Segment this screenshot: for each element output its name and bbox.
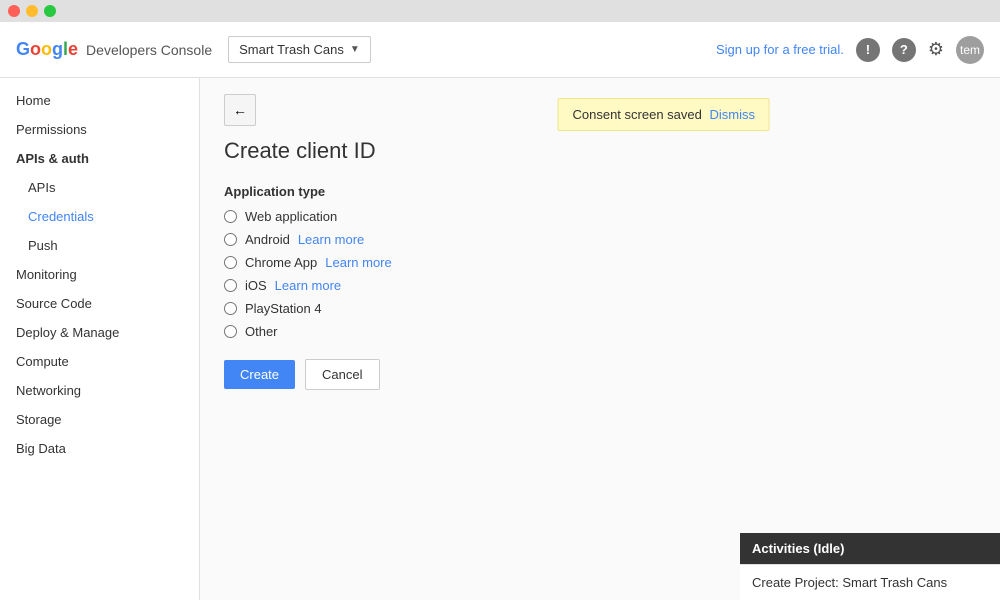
sidebar-item-storage[interactable]: Storage	[0, 405, 199, 434]
radio-other[interactable]	[224, 325, 237, 338]
sidebar-item-deploy-manage[interactable]: Deploy & Manage	[0, 318, 199, 347]
radio-label-ps4[interactable]: PlayStation 4	[245, 301, 322, 316]
radio-option-web-app: Web application	[224, 209, 976, 224]
notification-icon[interactable]: !	[856, 38, 880, 62]
project-selector[interactable]: Smart Trash Cans ▼	[228, 36, 371, 63]
application-type-label: Application type	[224, 184, 976, 199]
help-icon[interactable]: ?	[892, 38, 916, 62]
radio-label-web-app[interactable]: Web application	[245, 209, 337, 224]
radio-android[interactable]	[224, 233, 237, 246]
create-button[interactable]: Create	[224, 360, 295, 389]
google-letters: Google	[16, 39, 78, 60]
close-button[interactable]	[8, 5, 20, 17]
page-title: Create client ID	[224, 138, 976, 164]
back-button[interactable]: ←	[224, 94, 256, 126]
learn-more-android[interactable]: Learn more	[298, 232, 364, 247]
form-actions: Create Cancel	[224, 359, 976, 390]
cancel-button[interactable]: Cancel	[305, 359, 379, 390]
settings-icon[interactable]: ⚙	[928, 39, 944, 60]
sidebar-item-big-data[interactable]: Big Data	[0, 434, 199, 463]
maximize-button[interactable]	[44, 5, 56, 17]
header: Google Developers Console Smart Trash Ca…	[0, 22, 1000, 78]
content-area: Consent screen saved Dismiss ← Create cl…	[200, 78, 1000, 600]
sidebar-item-networking[interactable]: Networking	[0, 376, 199, 405]
chevron-down-icon: ▼	[350, 44, 360, 55]
consent-banner: Consent screen saved Dismiss	[558, 98, 770, 131]
radio-label-other[interactable]: Other	[245, 324, 278, 339]
radio-option-other: Other	[224, 324, 976, 339]
sidebar-item-apis-auth[interactable]: APIs & auth	[0, 144, 199, 173]
sidebar: HomePermissionsAPIs & authAPIsCredential…	[0, 78, 200, 600]
activities-header: Activities (Idle)	[740, 533, 1000, 564]
radio-chrome-app[interactable]	[224, 256, 237, 269]
radio-option-ios: iOS Learn more	[224, 278, 976, 293]
sidebar-item-apis[interactable]: APIs	[0, 173, 199, 202]
sidebar-item-source-code[interactable]: Source Code	[0, 289, 199, 318]
sidebar-item-home[interactable]: Home	[0, 86, 199, 115]
learn-more-ios[interactable]: Learn more	[275, 278, 341, 293]
radio-label-chrome-app[interactable]: Chrome App	[245, 255, 317, 270]
dismiss-link[interactable]: Dismiss	[709, 107, 755, 122]
sidebar-item-monitoring[interactable]: Monitoring	[0, 260, 199, 289]
sidebar-item-permissions[interactable]: Permissions	[0, 115, 199, 144]
app-name: Developers Console	[86, 42, 212, 58]
project-name: Smart Trash Cans	[239, 42, 344, 57]
header-right: Sign up for a free trial. ! ? ⚙ tem	[716, 36, 984, 64]
application-type-options: Web applicationAndroidLearn moreChrome A…	[224, 209, 976, 339]
sidebar-item-push[interactable]: Push	[0, 231, 199, 260]
free-trial-link[interactable]: Sign up for a free trial.	[716, 42, 844, 57]
consent-text: Consent screen saved	[573, 107, 702, 122]
sidebar-item-compute[interactable]: Compute	[0, 347, 199, 376]
minimize-button[interactable]	[26, 5, 38, 17]
main-layout: HomePermissionsAPIs & authAPIsCredential…	[0, 78, 1000, 600]
activities-item: Create Project: Smart Trash Cans	[740, 564, 1000, 600]
avatar[interactable]: tem	[956, 36, 984, 64]
radio-option-chrome-app: Chrome App Learn more	[224, 255, 976, 270]
radio-option-android: Android Learn more	[224, 232, 976, 247]
activities-panel: Activities (Idle) Create Project: Smart …	[740, 533, 1000, 600]
radio-ios[interactable]	[224, 279, 237, 292]
radio-label-ios[interactable]: iOS	[245, 278, 267, 293]
radio-label-android[interactable]: Android	[245, 232, 290, 247]
titlebar	[0, 0, 1000, 22]
radio-option-ps4: PlayStation 4	[224, 301, 976, 316]
learn-more-chrome-app[interactable]: Learn more	[325, 255, 391, 270]
sidebar-item-credentials[interactable]: Credentials	[0, 202, 199, 231]
radio-ps4[interactable]	[224, 302, 237, 315]
google-logo: Google	[16, 39, 78, 60]
radio-web-app[interactable]	[224, 210, 237, 223]
